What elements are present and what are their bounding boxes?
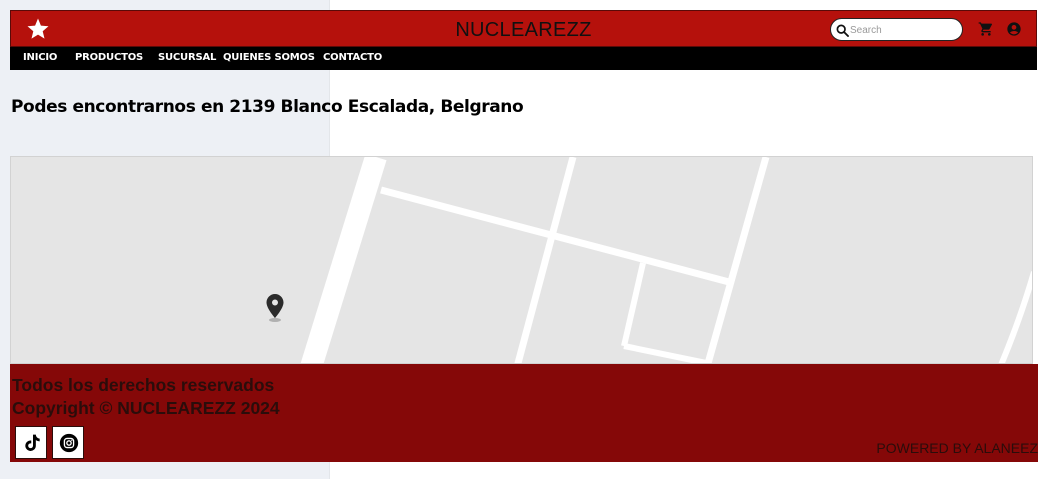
footer-copyright-text: Copyright © NUCLEAREZZ 2024 xyxy=(12,398,280,418)
map-pin-icon[interactable] xyxy=(264,293,286,323)
cart-icon[interactable] xyxy=(978,21,994,37)
nav-item-sucursal[interactable]: SUCURSAL xyxy=(158,52,216,63)
account-icon[interactable] xyxy=(1006,21,1022,37)
footer: Todos los derechos reservados Copyright … xyxy=(10,364,1038,462)
search-icon[interactable] xyxy=(836,24,849,37)
nav-bar: INICIO PRODUCTOS SUCURSAL QUIENES SOMOS … xyxy=(10,47,1037,70)
search-input[interactable] xyxy=(850,21,955,39)
header-bar: NUCLEAREZZ xyxy=(10,10,1037,47)
map-embed[interactable] xyxy=(10,156,1033,364)
nav-item-quienes-somos[interactable]: QUIENES SOMOS xyxy=(223,52,315,63)
search-box[interactable] xyxy=(830,18,963,41)
map-streets xyxy=(300,157,1032,363)
tiktok-icon[interactable] xyxy=(15,426,47,459)
powered-by-text[interactable]: POWERED BY ALANEEZ xyxy=(876,440,1038,456)
nav-item-contacto[interactable]: CONTACTO xyxy=(323,52,382,63)
instagram-icon[interactable] xyxy=(52,426,84,459)
footer-rights-text: Todos los derechos reservados xyxy=(12,375,275,395)
nav-item-productos[interactable]: PRODUCTOS xyxy=(75,52,143,63)
page-title: Podes encontrarnos en 2139 Blanco Escala… xyxy=(11,97,524,117)
nav-item-inicio[interactable]: INICIO xyxy=(23,52,57,63)
